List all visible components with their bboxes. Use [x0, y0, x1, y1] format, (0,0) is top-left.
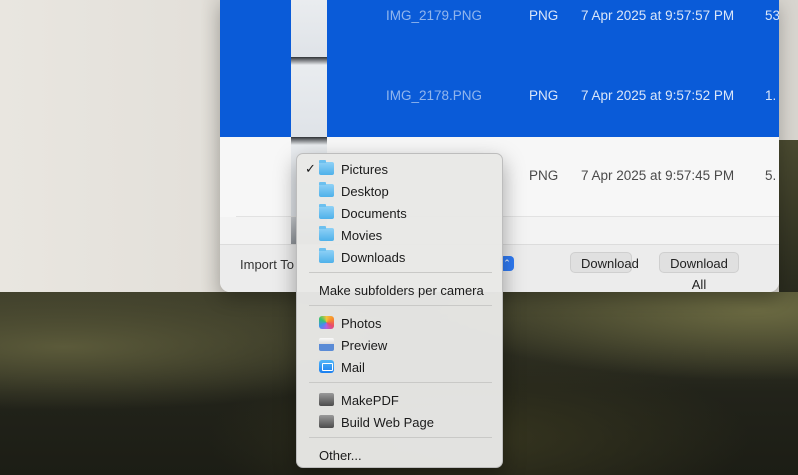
- folder-icon: [319, 160, 334, 175]
- downloads-folder-icon: [319, 248, 334, 263]
- file-name: IMG_2178.PNG: [386, 88, 483, 103]
- menu-separator: [309, 272, 492, 273]
- menu-item-documents[interactable]: Documents: [297, 202, 502, 224]
- checkmark-icon: ✓: [305, 161, 316, 176]
- file-row[interactable]: IMG_2179.PNG PNG 7 Apr 2025 at 9:57:57 P…: [220, 0, 779, 57]
- automator-robot-icon: [319, 415, 334, 428]
- menu-item-preview[interactable]: Preview: [297, 334, 502, 356]
- menu-item-build-web-page[interactable]: Build Web Page: [297, 411, 502, 433]
- folder-icon: [319, 182, 334, 197]
- menu-item-label: Make subfolders per camera: [319, 283, 484, 298]
- menu-item-label: MakePDF: [341, 393, 399, 408]
- menu-item-makepdf[interactable]: MakePDF: [297, 389, 502, 411]
- menu-item-label: Movies: [341, 228, 383, 243]
- file-kind: PNG: [529, 88, 559, 103]
- menu-item-pictures[interactable]: ✓ Pictures: [297, 158, 502, 180]
- menu-item-label: Pictures: [341, 162, 388, 177]
- file-size: 53: [765, 8, 779, 23]
- automator-robot-icon: [319, 393, 334, 406]
- file-date: 7 Apr 2025 at 9:57:57 PM: [581, 8, 735, 23]
- file-kind: PNG: [529, 8, 559, 23]
- menu-item-photos[interactable]: Photos: [297, 312, 502, 334]
- menu-item-label: Desktop: [341, 184, 389, 199]
- photos-app-icon: [319, 316, 334, 329]
- menu-item-label: Mail: [341, 360, 365, 375]
- file-size: 5.: [765, 168, 777, 183]
- menu-separator: [309, 437, 492, 438]
- menu-item-mail[interactable]: Mail: [297, 356, 502, 378]
- mail-app-icon: [319, 360, 334, 373]
- folder-icon: [319, 204, 334, 219]
- import-to-menu: ✓ Pictures Desktop Documents Movies Down…: [296, 153, 503, 468]
- menu-separator: [309, 305, 492, 306]
- file-kind: PNG: [529, 168, 559, 183]
- file-name: IMG_2179.PNG: [386, 8, 483, 23]
- file-thumbnail: [291, 0, 327, 57]
- download-button[interactable]: Download: [570, 252, 639, 273]
- folder-icon: [319, 226, 334, 241]
- menu-item-desktop[interactable]: Desktop: [297, 180, 502, 202]
- menu-item-downloads[interactable]: Downloads: [297, 246, 502, 268]
- menu-item-make-subfolders[interactable]: Make subfolders per camera: [297, 279, 502, 301]
- menu-item-label: Downloads: [341, 250, 406, 265]
- menu-separator: [309, 382, 492, 383]
- menu-item-label: Other...: [319, 448, 362, 463]
- download-all-button[interactable]: Download All: [659, 252, 739, 292]
- menu-item-label: Documents: [341, 206, 407, 221]
- file-row[interactable]: IMG_2178.PNG PNG 7 Apr 2025 at 9:57:52 P…: [220, 57, 779, 137]
- menu-item-other[interactable]: Other...: [297, 444, 502, 466]
- file-date: 7 Apr 2025 at 9:57:45 PM: [581, 168, 735, 183]
- file-thumbnail: [291, 57, 327, 137]
- menu-item-movies[interactable]: Movies: [297, 224, 502, 246]
- desktop-wallpaper-edge: [779, 140, 798, 292]
- preview-app-icon: [319, 338, 334, 351]
- import-to-label: Import To: [240, 257, 294, 272]
- file-date: 7 Apr 2025 at 9:57:52 PM: [581, 88, 735, 103]
- menu-item-label: Photos: [341, 316, 382, 331]
- menu-item-label: Preview: [341, 338, 388, 353]
- menu-item-label: Build Web Page: [341, 415, 434, 430]
- file-size: 1.: [765, 88, 777, 103]
